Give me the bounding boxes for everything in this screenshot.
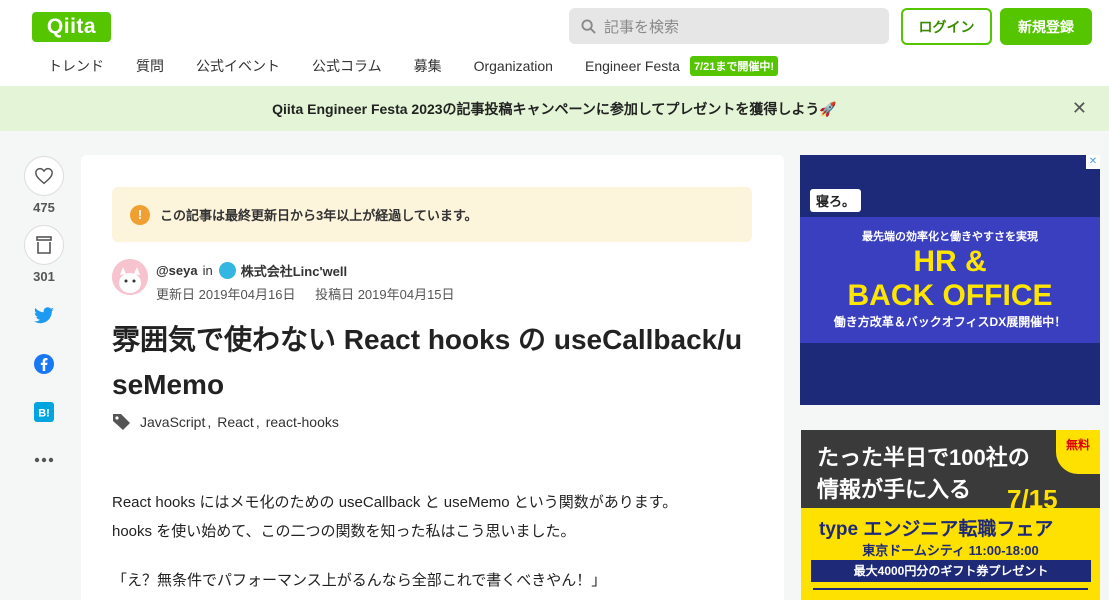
ad2-venue: 東京ドームシティ 11:00-18:00 xyxy=(862,543,1039,558)
avatar-image xyxy=(112,259,148,295)
tag-react-hooks[interactable]: react-hooks xyxy=(266,414,339,430)
nav-official-events[interactable]: 公式イベント xyxy=(196,56,280,76)
stock-icon xyxy=(36,236,52,254)
nav-organization[interactable]: Organization xyxy=(474,58,553,74)
nav-questions[interactable]: 質問 xyxy=(136,56,164,76)
article-card: ! この記事は最終更新日から3年以上が経過しています。 @seya in 株式会… xyxy=(81,155,784,600)
ad2-free-badge: 無料 xyxy=(1056,430,1100,474)
search-icon xyxy=(581,18,596,34)
banner-text: Qiita Engineer Festa 2023の記事投稿キャンペーンに参加し… xyxy=(272,100,837,117)
facebook-icon xyxy=(34,354,54,374)
article-body: React hooks にはメモ化のための useCallback と useM… xyxy=(112,488,752,600)
nav-official-columns[interactable]: 公式コラム xyxy=(312,56,382,76)
facebook-share[interactable] xyxy=(24,348,64,380)
tag-separator: , xyxy=(255,414,260,430)
ad2-line-2: 情報が手に入る xyxy=(817,477,972,502)
article-title: 雰囲気で使わない React hooks の useCallback/useMe… xyxy=(112,324,743,400)
twitter-icon xyxy=(34,307,54,324)
more-icon xyxy=(34,457,54,463)
nav-trend[interactable]: トレンド xyxy=(48,56,104,76)
author-line: @seya in 株式会社Linc'well xyxy=(156,261,347,280)
tag-list: JavaScript, React, react-hooks xyxy=(112,413,341,431)
nav-engineer-festa[interactable]: Engineer Festa xyxy=(585,58,680,74)
tag-react[interactable]: React xyxy=(217,414,254,430)
hatena-bookmark-icon: B! xyxy=(34,402,54,422)
svg-text:B!: B! xyxy=(38,408,50,420)
twitter-share[interactable] xyxy=(24,300,64,332)
updated-date: 更新日 2019年04月16日 xyxy=(156,287,296,302)
ad2-line-1: たった半日で100社の xyxy=(817,445,1030,470)
body-paragraph-1: React hooks にはメモ化のための useCallback と useM… xyxy=(112,494,678,540)
ad-headline-1: HR & xyxy=(913,245,987,278)
ad-bottom-strip xyxy=(800,343,1100,405)
tag-separator: , xyxy=(207,414,212,430)
like-count: 475 xyxy=(33,200,55,215)
tag-icon xyxy=(113,414,130,430)
ad-headline: HR & BACK OFFICE xyxy=(800,245,1100,313)
ad-choices-icon[interactable]: ✕ xyxy=(1086,155,1100,169)
author-name[interactable]: @seya xyxy=(156,263,198,278)
info-icon: ! xyxy=(130,204,150,225)
signup-button[interactable]: 新規登録 xyxy=(1000,8,1092,45)
ad-footer-text: 働き方改革＆バックオフィスDX展開催中！ xyxy=(833,315,1067,329)
site-header: Qiita 記事を検索 ログイン 新規登録 トレンド 質問 公式イベント 公式コ… xyxy=(0,0,1109,86)
organization-icon xyxy=(218,262,236,279)
avatar[interactable] xyxy=(112,259,148,295)
stale-article-notice: ! この記事は最終更新日から3年以上が経過しています。 xyxy=(112,187,752,242)
organization-name[interactable]: 株式会社Linc'well xyxy=(241,261,347,280)
stock-button[interactable] xyxy=(24,225,64,265)
ad-engineer-fair[interactable]: たった半日で100社の 情報が手に入る 7/15 無料 type エンジニア転職… xyxy=(801,430,1100,600)
like-button[interactable] xyxy=(24,156,64,196)
ad2-divider xyxy=(813,588,1088,600)
close-icon[interactable]: ✕ xyxy=(1072,99,1087,117)
main-nav: トレンド 質問 公式イベント 公式コラム 募集 Organization Eng… xyxy=(48,56,779,76)
qiita-logo[interactable]: Qiita xyxy=(32,12,111,42)
in-text: in xyxy=(202,263,213,278)
ad-headline-2: BACK OFFICE xyxy=(847,279,1053,312)
action-rail: 475 301 B! xyxy=(24,156,64,476)
ad2-brand: type エンジニア転職フェア xyxy=(819,519,1054,540)
more-options[interactable] xyxy=(24,444,64,476)
login-button[interactable]: ログイン xyxy=(901,8,992,45)
stock-count: 301 xyxy=(33,269,55,284)
ad-subtitle: 最先端の効率化と働きやすさを実現 xyxy=(862,231,1038,243)
body-paragraph-2: 「え？無条件でパフォーマンス上がるんなら全部これで書くべきやん！」 xyxy=(112,572,607,589)
engineer-festa-badge: 7/21まで開催中! xyxy=(689,56,779,76)
ad2-gift: 最大4000円分のギフト券プレゼント xyxy=(811,560,1091,582)
campaign-banner[interactable]: Qiita Engineer Festa 2023の記事投稿キャンペーンに参加し… xyxy=(0,86,1109,131)
ad2-date: 7/15 xyxy=(1007,484,1058,514)
hatena-share[interactable]: B! xyxy=(24,396,64,428)
posted-date: 投稿日 2019年04月15日 xyxy=(315,287,455,302)
ad-badge: 寝ろ。 xyxy=(810,189,862,212)
tag-javascript[interactable]: JavaScript xyxy=(140,414,205,430)
search-placeholder: 記事を検索 xyxy=(604,18,680,36)
ad-hr-backoffice[interactable]: 寝ろ。 最先端の効率化と働きやすさを実現 HR & BACK OFFICE 働き… xyxy=(800,155,1100,405)
nav-recruit[interactable]: 募集 xyxy=(414,56,442,76)
heart-icon xyxy=(35,167,53,185)
author-block: @seya in 株式会社Linc'well 更新日 2019年04月16日 投… xyxy=(112,259,752,302)
article-dates: 更新日 2019年04月16日 投稿日 2019年04月15日 xyxy=(156,284,471,303)
notice-text: この記事は最終更新日から3年以上が経過しています。 xyxy=(160,208,478,223)
search-input[interactable]: 記事を検索 xyxy=(569,8,889,44)
